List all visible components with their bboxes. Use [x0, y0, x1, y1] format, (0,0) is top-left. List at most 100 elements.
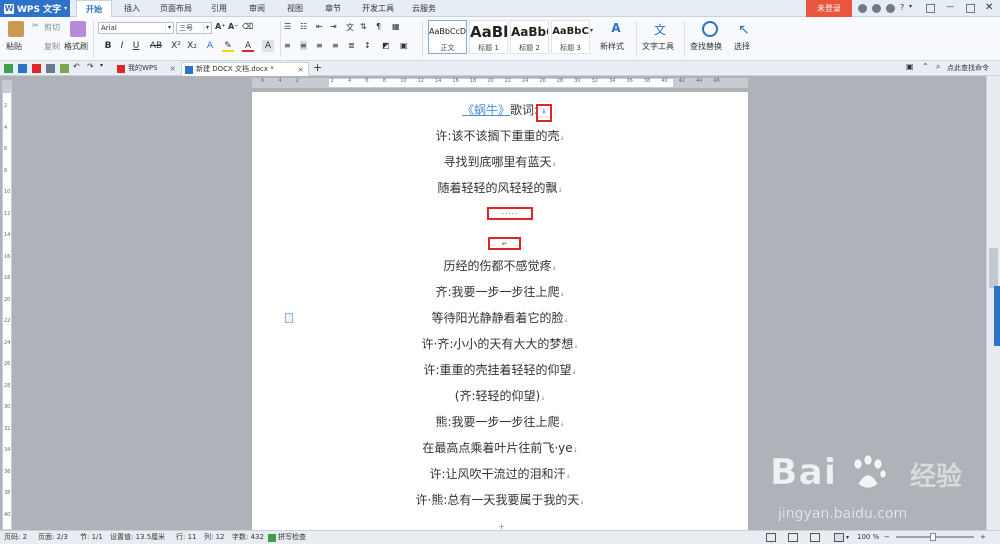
search-icon[interactable]: ⌕ — [936, 62, 940, 72]
horizontal-ruler[interactable]: 6 4 2 2 4 6 8 10 12 14 16 18 20 22 24 26 28 30 32 34 36 38 40 4… — [252, 78, 748, 88]
tab-insert[interactable]: 插入 — [116, 0, 148, 17]
page-view-icon[interactable] — [766, 533, 776, 542]
tab-new-docx[interactable]: 新建 DOCX 文档.docx * × — [181, 62, 309, 76]
document-page[interactable]: 《蜗牛》歌词: ↓ 许:该不该搁下重重的壳↓ 寻找到底哪里有蓝天↓ 随着轻轻的风轻轻… — [252, 92, 748, 532]
align-right-icon[interactable]: ≡ — [316, 41, 323, 50]
paste-icon[interactable] — [8, 21, 24, 37]
text-effect-icon[interactable]: A — [204, 40, 216, 52]
strikethrough-icon[interactable]: AB — [148, 40, 164, 52]
tab-review[interactable]: 审阅 — [242, 0, 272, 17]
text-tools-icon[interactable]: 文 — [652, 21, 668, 37]
print-icon[interactable] — [46, 64, 55, 73]
zoom-out-icon[interactable]: − — [884, 531, 890, 544]
login-button[interactable]: 未登录 — [806, 0, 852, 17]
find-replace-icon[interactable] — [702, 21, 718, 37]
align-left-icon[interactable]: ≡ — [284, 41, 291, 50]
align-center-icon[interactable]: ≡ — [300, 41, 307, 50]
shading-icon[interactable]: ◩ — [382, 41, 390, 50]
reading-view-icon[interactable] — [834, 533, 844, 542]
bullet-list-icon[interactable]: ☰ — [284, 22, 291, 31]
shrink-font-icon[interactable]: A⁻ — [228, 22, 238, 31]
select-button[interactable]: 选择 — [734, 41, 750, 52]
style-heading-1[interactable]: AaBb 标题 1 — [469, 20, 508, 54]
sort-icon[interactable]: ⇅ — [360, 22, 367, 31]
select-cursor-icon[interactable]: ↖ — [738, 22, 750, 38]
restore-window-icon[interactable] — [926, 4, 935, 13]
question-icon[interactable]: ? — [900, 3, 904, 12]
new-style-icon[interactable]: A — [608, 21, 624, 37]
cut-icon[interactable]: ✂ — [32, 21, 39, 30]
zoom-level[interactable]: 100 % — [857, 531, 879, 544]
chevron-down-icon[interactable]: ▾ — [100, 62, 103, 69]
table-icon[interactable]: ▦ — [392, 22, 400, 31]
copy-button[interactable]: 复制 — [44, 41, 60, 52]
tab-chapter[interactable]: 章节 — [318, 0, 348, 17]
indent-increase-icon[interactable]: ⇥ — [330, 22, 337, 31]
font-size-select[interactable]: 三号 ▾ — [176, 22, 212, 34]
font-color-icon[interactable]: A — [242, 40, 254, 52]
char-shading-icon[interactable]: A — [262, 40, 274, 52]
tab-view[interactable]: 视图 — [280, 0, 310, 17]
tab-my-wps[interactable]: 我的WPS × — [114, 62, 180, 76]
minimize-icon[interactable]: — — [946, 2, 954, 11]
underline-icon[interactable]: U — [130, 40, 142, 52]
zoom-slider-knob[interactable] — [930, 533, 936, 541]
styles-more-icon[interactable]: ▾ — [590, 27, 593, 34]
undo-icon[interactable]: ↶ — [73, 62, 80, 71]
tab-references[interactable]: 引用 — [204, 0, 234, 17]
outline-view-icon[interactable] — [788, 533, 798, 542]
close-icon[interactable]: ✕ — [985, 2, 993, 13]
show-marks-icon[interactable]: ¶ — [376, 22, 381, 31]
web-view-icon[interactable] — [810, 533, 820, 542]
new-style-button[interactable]: 新样式 — [600, 41, 624, 52]
line-spacing-icon[interactable]: ↕ — [364, 41, 371, 50]
command-search[interactable]: 点此查找命令 — [947, 63, 989, 73]
paste-button[interactable]: 粘贴 — [6, 41, 22, 52]
numbered-list-icon[interactable]: ☷ — [300, 22, 307, 31]
tab-start[interactable]: 开始 — [76, 0, 112, 17]
distribute-icon[interactable]: ≣ — [348, 41, 355, 50]
spell-check-icon[interactable] — [268, 534, 276, 542]
help-icon[interactable] — [872, 4, 881, 13]
font-name-select[interactable]: Arial ▾ — [98, 22, 174, 34]
highlight-icon[interactable]: ✎ — [222, 40, 234, 52]
cut-button[interactable]: 剪切 — [44, 22, 60, 33]
export-pdf-icon[interactable] — [32, 64, 41, 73]
border-icon[interactable]: ▣ — [400, 41, 408, 50]
style-normal[interactable]: AaBbCcDd 正文 — [428, 20, 467, 54]
chevron-down-icon[interactable]: ▾ — [846, 531, 849, 544]
tab-cloud[interactable]: 云服务 — [406, 0, 442, 17]
print-preview-icon[interactable] — [60, 64, 69, 73]
superscript-icon[interactable]: X² — [170, 40, 182, 52]
bold-icon[interactable]: B — [102, 40, 114, 52]
justify-icon[interactable]: ≡ — [332, 41, 339, 50]
add-tab-icon[interactable]: + — [313, 61, 322, 74]
grow-font-icon[interactable]: A⁺ — [215, 22, 225, 31]
zoom-in-icon[interactable]: + — [980, 531, 986, 544]
side-panel-toggle[interactable] — [994, 286, 1000, 346]
paragraph-handle-icon[interactable] — [285, 313, 293, 323]
redo-icon[interactable]: ↷ — [87, 62, 94, 71]
new-doc-icon[interactable] — [4, 64, 13, 73]
save-icon[interactable] — [18, 64, 27, 73]
close-icon[interactable]: × — [297, 63, 304, 76]
format-painter-button[interactable]: 格式刷 — [64, 41, 88, 52]
collapse-icon[interactable]: ⌃ — [922, 62, 929, 71]
italic-icon[interactable]: I — [116, 40, 128, 52]
close-icon[interactable]: × — [169, 62, 176, 75]
app-menu-button[interactable]: W WPS 文字 ▾ — [0, 0, 70, 17]
text-tools-button[interactable]: 文字工具 — [642, 41, 674, 52]
subscript-icon[interactable]: X₂ — [186, 40, 198, 52]
indent-decrease-icon[interactable]: ⇤ — [316, 22, 323, 31]
find-replace-button[interactable]: 查找替换 — [690, 41, 722, 52]
maximize-icon[interactable] — [966, 4, 975, 13]
scroll-thumb[interactable] — [989, 248, 998, 288]
format-painter-icon[interactable] — [70, 21, 86, 37]
feedback-icon[interactable] — [886, 4, 895, 13]
chinese-layout-icon[interactable]: 文 — [346, 22, 354, 33]
tab-page-layout[interactable]: 页面布局 — [156, 0, 196, 17]
title-link[interactable]: 《蜗牛》 — [462, 103, 510, 117]
style-heading-2[interactable]: AaBbC 标题 2 — [510, 20, 549, 54]
chevron-down-icon[interactable]: ▾ — [909, 3, 912, 10]
style-heading-3[interactable]: AaBbC 标题 3 — [551, 20, 590, 54]
